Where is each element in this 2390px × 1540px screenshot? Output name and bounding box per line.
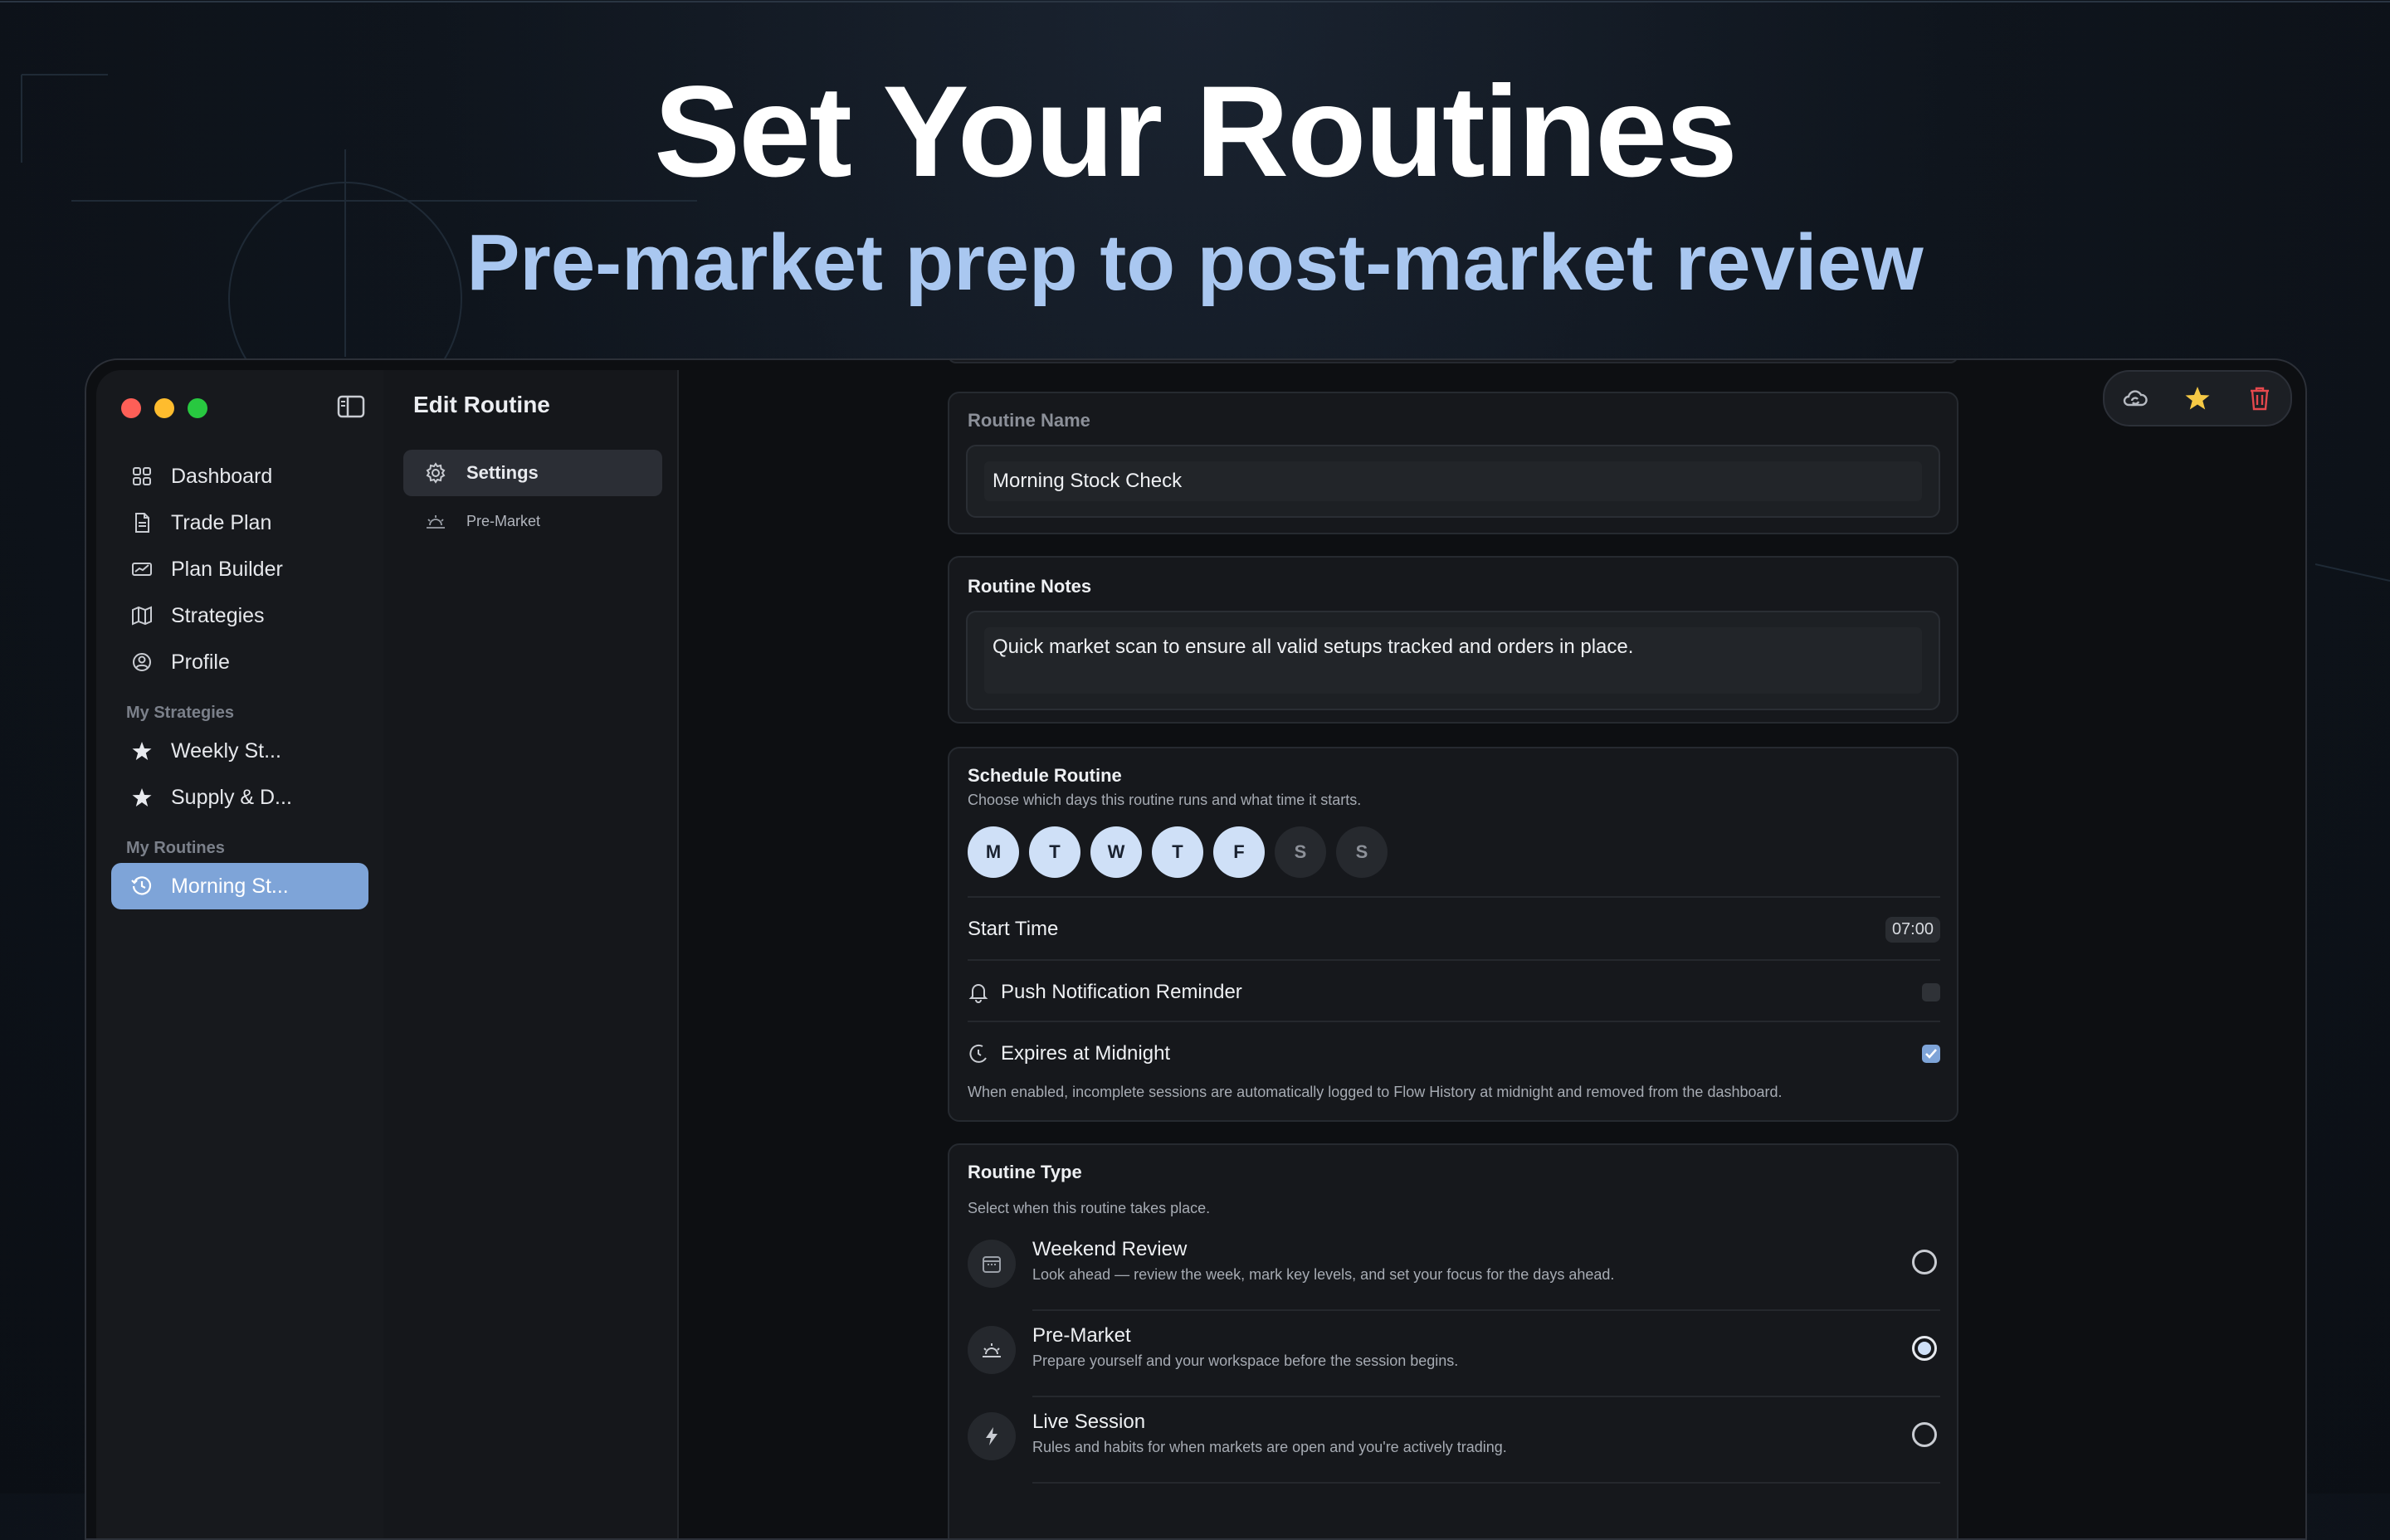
minimize-window-button[interactable] bbox=[154, 398, 174, 418]
routine-notes-label: Routine Notes bbox=[968, 576, 1092, 597]
moon-timer-icon bbox=[969, 1044, 987, 1063]
routine-notes-card: Routine Notes Quick market scan to ensur… bbox=[948, 556, 1958, 724]
editor-nav-settings[interactable]: Settings bbox=[403, 450, 662, 496]
sidebar-item-strategy[interactable]: Weekly St... bbox=[111, 728, 368, 774]
routine-notes-value: Quick market scan to ensure all valid se… bbox=[993, 636, 1634, 658]
day-toggle-wednesday[interactable]: W bbox=[1090, 826, 1142, 878]
day-toggle-tuesday[interactable]: T bbox=[1029, 826, 1080, 878]
sidebar-item-strategy[interactable]: Supply & D... bbox=[111, 774, 368, 821]
sidebar-item-label: Dashboard bbox=[171, 464, 273, 488]
sidebar-item-label: Weekly St... bbox=[171, 738, 281, 763]
day-toggle-friday[interactable]: F bbox=[1213, 826, 1265, 878]
routine-name-label: Routine Name bbox=[968, 410, 1090, 431]
option-title: Weekend Review bbox=[1032, 1238, 1188, 1260]
routine-type-subtitle: Select when this routine takes place. bbox=[968, 1200, 1211, 1216]
sidebar-item-label: Supply & D... bbox=[171, 785, 292, 809]
gear-icon bbox=[426, 462, 446, 484]
schedule-title: Schedule Routine bbox=[968, 765, 1122, 786]
expires-checkbox[interactable] bbox=[1922, 1045, 1940, 1063]
start-time-row: Start Time 07:00 bbox=[968, 896, 1940, 961]
checkmark-icon bbox=[1925, 1049, 1937, 1059]
option-title: Pre-Market bbox=[1032, 1324, 1131, 1347]
sidebar: Dashboard Trade Plan Plan Builder Strate… bbox=[96, 370, 385, 1538]
document-icon bbox=[135, 513, 149, 533]
clock-history-icon bbox=[131, 876, 152, 895]
sunrise-icon bbox=[427, 515, 445, 529]
sunrise-icon bbox=[968, 1326, 1016, 1374]
sidebar-toggle-icon[interactable] bbox=[337, 395, 365, 418]
editor-nav-pane: Edit Routine Settings Pre-Market bbox=[383, 370, 679, 1538]
sidebar-item-strategies[interactable]: Strategies bbox=[111, 592, 368, 639]
window-title: Edit Routine bbox=[413, 392, 550, 417]
schedule-card: Schedule Routine Choose which days this … bbox=[948, 747, 1958, 1122]
routine-type-option[interactable]: Live Session Rules and habits for when m… bbox=[968, 1397, 1940, 1484]
my-routines-heading: My Routines bbox=[126, 839, 225, 857]
expires-row: Expires at Midnight bbox=[968, 1021, 1940, 1085]
option-title: Live Session bbox=[1032, 1411, 1146, 1433]
sidebar-item-profile[interactable]: Profile bbox=[111, 639, 368, 685]
sidebar-item-label: Profile bbox=[171, 650, 230, 674]
sidebar-item-plan-builder[interactable]: Plan Builder bbox=[111, 546, 368, 592]
option-description: Prepare yourself and your workspace befo… bbox=[1032, 1352, 1459, 1369]
my-strategies-heading: My Strategies bbox=[126, 704, 235, 722]
grid-icon bbox=[133, 467, 151, 485]
routine-notes-field[interactable]: Quick market scan to ensure all valid se… bbox=[966, 611, 1940, 710]
cloud-sync-icon[interactable] bbox=[2121, 384, 2149, 412]
sidebar-item-label: Plan Builder bbox=[171, 557, 283, 581]
editor-nav-label: Settings bbox=[466, 462, 539, 483]
bolt-icon bbox=[968, 1412, 1016, 1460]
sidebar-item-routine[interactable]: Morning St... bbox=[111, 863, 368, 909]
routine-type-option[interactable]: Weekend Review Look ahead — review the w… bbox=[968, 1225, 1940, 1311]
sidebar-item-label: Morning St... bbox=[171, 874, 289, 898]
day-picker: M T W T F S S bbox=[968, 826, 1388, 878]
push-notification-label: Push Notification Reminder bbox=[1001, 981, 1242, 1003]
card-top-fragment bbox=[948, 360, 1958, 363]
routine-name-value: Morning Stock Check bbox=[993, 470, 1183, 492]
app-window: Dashboard Trade Plan Plan Builder Strate… bbox=[85, 358, 2307, 1540]
expires-note: When enabled, incomplete sessions are au… bbox=[968, 1084, 1783, 1100]
start-time-label: Start Time bbox=[968, 918, 1059, 940]
sidebar-item-label: Trade Plan bbox=[171, 510, 272, 534]
zoom-window-button[interactable] bbox=[188, 398, 207, 418]
window-controls bbox=[121, 398, 207, 418]
routine-name-field[interactable]: Morning Stock Check bbox=[966, 445, 1940, 518]
routine-type-option[interactable]: Pre-Market Prepare yourself and your wor… bbox=[968, 1311, 1940, 1397]
option-radio[interactable] bbox=[1912, 1250, 1937, 1274]
hero-subtitle: Pre-market prep to post-market review bbox=[466, 218, 1924, 307]
star-icon bbox=[132, 742, 152, 760]
trash-icon[interactable] bbox=[2246, 384, 2274, 412]
push-notification-row: Push Notification Reminder bbox=[968, 959, 1940, 1024]
sidebar-item-trade-plan[interactable]: Trade Plan bbox=[111, 500, 368, 546]
close-window-button[interactable] bbox=[121, 398, 141, 418]
sidebar-item-dashboard[interactable]: Dashboard bbox=[111, 453, 368, 500]
map-icon bbox=[132, 606, 152, 626]
editor-nav-label: Pre-Market bbox=[466, 512, 541, 529]
option-description: Look ahead — review the week, mark key l… bbox=[1032, 1266, 1615, 1283]
star-icon[interactable] bbox=[2183, 384, 2212, 412]
option-radio-selected[interactable] bbox=[1912, 1336, 1937, 1361]
routine-name-card: Routine Name Morning Stock Check bbox=[948, 392, 1958, 534]
day-toggle-saturday[interactable]: S bbox=[1275, 826, 1326, 878]
sidebar-item-label: Strategies bbox=[171, 603, 265, 627]
schedule-subtitle: Choose which days this routine runs and … bbox=[968, 792, 1362, 808]
hero-title: Set Your Routines bbox=[654, 60, 1738, 204]
day-toggle-thursday[interactable]: T bbox=[1152, 826, 1203, 878]
calendar-icon bbox=[968, 1240, 1016, 1288]
day-toggle-monday[interactable]: M bbox=[968, 826, 1019, 878]
day-toggle-sunday[interactable]: S bbox=[1336, 826, 1388, 878]
start-time-picker[interactable]: 07:00 bbox=[1885, 916, 1940, 943]
push-notification-checkbox[interactable] bbox=[1922, 983, 1940, 1001]
chart-card-icon bbox=[132, 563, 152, 576]
editor-nav-pre-market[interactable]: Pre-Market bbox=[403, 498, 662, 544]
routine-type-title: Routine Type bbox=[968, 1162, 1082, 1182]
sidebar-nav: Dashboard Trade Plan Plan Builder Strate… bbox=[111, 453, 368, 909]
option-description: Rules and habits for when markets are op… bbox=[1032, 1439, 1507, 1455]
person-circle-icon bbox=[133, 653, 151, 671]
option-radio[interactable] bbox=[1912, 1422, 1937, 1447]
routine-type-card: Routine Type Select when this routine ta… bbox=[948, 1143, 1958, 1538]
toolbar bbox=[2103, 370, 2292, 426]
expires-label: Expires at Midnight bbox=[1001, 1042, 1171, 1065]
bell-icon bbox=[968, 984, 988, 1003]
star-icon bbox=[132, 788, 152, 807]
